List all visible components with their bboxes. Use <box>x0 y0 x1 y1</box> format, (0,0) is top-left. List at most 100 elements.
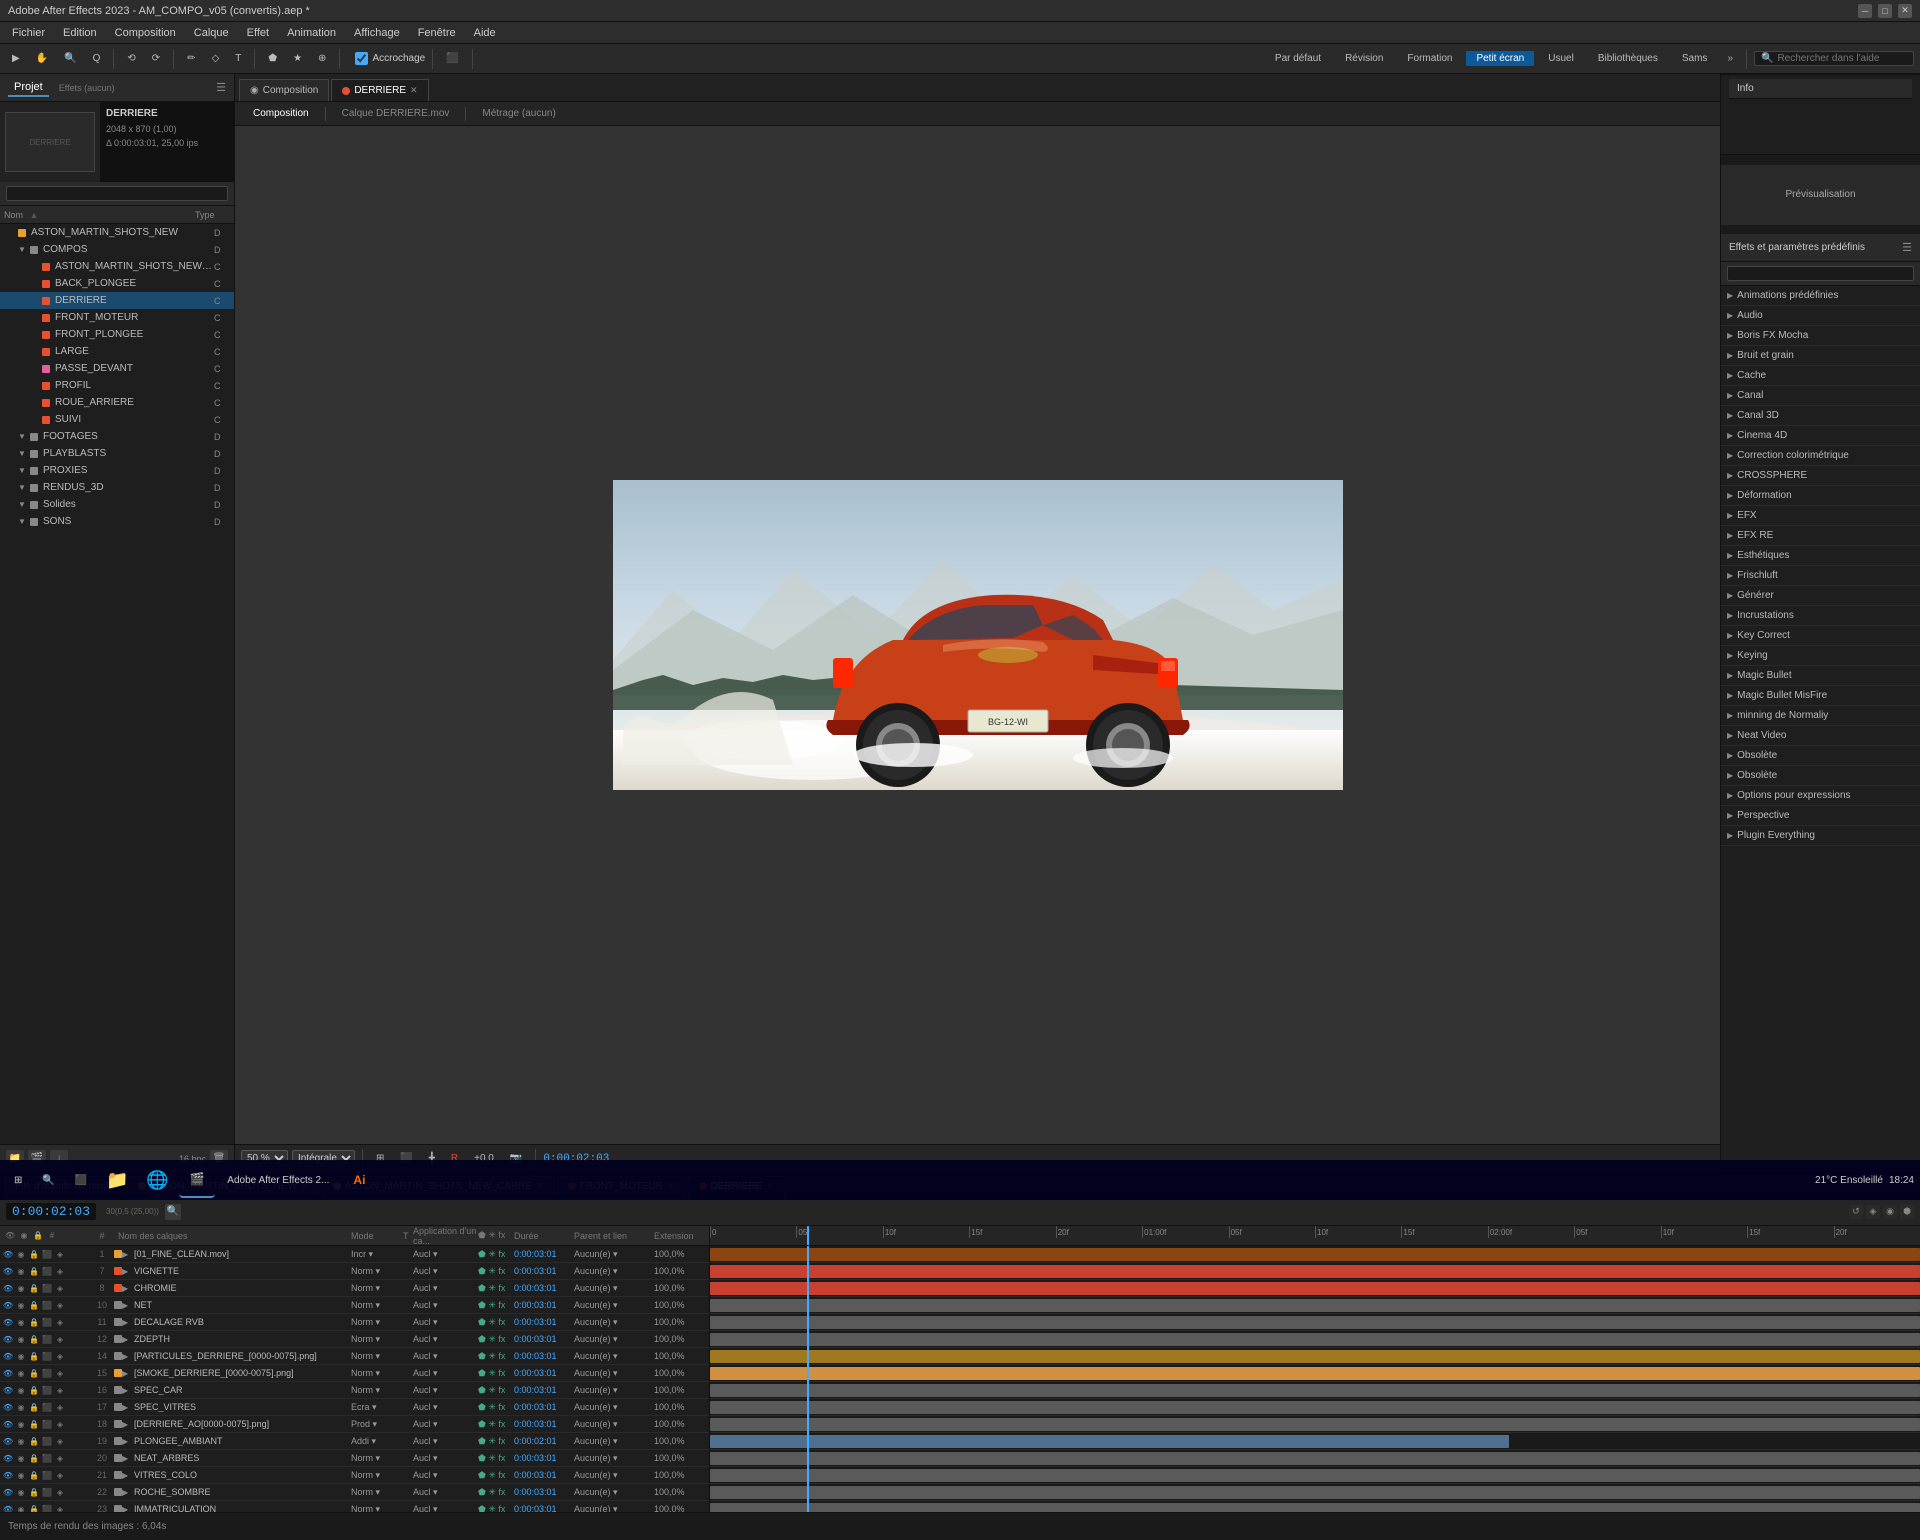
menu-effet[interactable]: Effet <box>239 25 277 41</box>
effect-cat-21[interactable]: ▶minning de Normaliy <box>1721 706 1920 726</box>
layer-appd-13[interactable]: Aucl ▾ <box>413 1470 478 1481</box>
layer-appd-5[interactable]: Aucl ▾ <box>413 1334 478 1345</box>
layer-row-14[interactable]: 👁 ◉ 🔒 ⬛ ◈ 22 ▶ ROCHE_SOMBRE Norm ▾ Aucl … <box>0 1484 709 1501</box>
layer-solo-3[interactable]: ◉ <box>15 1299 27 1311</box>
effect-cat-27[interactable]: ▶Plugin Everything <box>1721 826 1920 846</box>
layer-expand-4[interactable]: ▶ <box>122 1318 132 1327</box>
layer-row-6[interactable]: 👁 ◉ 🔒 ⬛ ◈ 14 ▶ [PARTICULES_DERRIERE_[000… <box>0 1348 709 1365</box>
layer-solo-13[interactable]: ◉ <box>15 1469 27 1481</box>
layer-collapse-14[interactable]: ⬛ <box>41 1486 53 1498</box>
track-segment-15[interactable] <box>710 1503 1920 1512</box>
layer-mode-8[interactable]: Norm ▾ <box>351 1385 403 1396</box>
layer-solo-1[interactable]: ◉ <box>15 1265 27 1277</box>
taskbar-search[interactable]: 🔍 <box>34 1164 62 1196</box>
layer-expand-3[interactable]: ▶ <box>122 1301 132 1310</box>
layer-mode-7[interactable]: Norm ▾ <box>351 1368 403 1379</box>
taskbar-chrome[interactable]: 🌐 <box>139 1162 175 1198</box>
layer-lock-2[interactable]: 🔒 <box>28 1282 40 1294</box>
layer-eye-7[interactable]: 👁 <box>2 1367 14 1379</box>
layer-collapse-3[interactable]: ⬛ <box>41 1299 53 1311</box>
track-segment-9[interactable] <box>710 1401 1920 1414</box>
layer-mode-2[interactable]: Norm ▾ <box>351 1283 403 1294</box>
layer-lock-9[interactable]: 🔒 <box>28 1401 40 1413</box>
layer-eye-15[interactable]: 👁 <box>2 1503 14 1512</box>
project-item-sons[interactable]: ▼SONSD <box>0 513 234 530</box>
layer-parent-13[interactable]: Aucun(e) ▾ <box>574 1470 654 1481</box>
tree-expand-arrow[interactable]: ▼ <box>18 517 28 526</box>
layer-expand-15[interactable]: ▶ <box>122 1505 132 1513</box>
layer-solo-9[interactable]: ◉ <box>15 1401 27 1413</box>
effect-cat-6[interactable]: ▶Canal 3D <box>1721 406 1920 426</box>
effect-cat-0[interactable]: ▶Animations prédéfinies <box>1721 286 1920 306</box>
accrochage-checkbox[interactable] <box>355 52 368 65</box>
tool-extra[interactable]: ⬛ <box>440 50 464 67</box>
project-item-aston_shots_new_carre[interactable]: ASTON_MARTIN_SHOTS_NEW_CARREC <box>0 258 234 275</box>
layer-eye-12[interactable]: 👁 <box>2 1452 14 1464</box>
track-segment-1[interactable] <box>710 1265 1920 1278</box>
tool-clone[interactable]: ★ <box>287 50 308 67</box>
project-item-footages[interactable]: ▼FOOTAGESD <box>0 428 234 445</box>
layer-motion-7[interactable]: ◈ <box>54 1367 66 1379</box>
tab-composition[interactable]: ◉ Composition <box>239 79 329 101</box>
layer-mode-9[interactable]: Ecra ▾ <box>351 1402 403 1413</box>
layer-mode-13[interactable]: Norm ▾ <box>351 1470 403 1481</box>
layer-motion-10[interactable]: ◈ <box>54 1418 66 1430</box>
layer-expand-12[interactable]: ▶ <box>122 1454 132 1463</box>
layer-appd-15[interactable]: Aucl ▾ <box>413 1504 478 1513</box>
viewer-comp-tab[interactable]: Composition <box>243 106 319 121</box>
timeline-timecode[interactable]: 0:00:02:03 <box>6 1203 96 1220</box>
project-item-large[interactable]: LARGEC <box>0 343 234 360</box>
layer-motion-4[interactable]: ◈ <box>54 1316 66 1328</box>
layer-expand-2[interactable]: ▶ <box>122 1284 132 1293</box>
minimize-button[interactable]: ─ <box>1858 4 1872 18</box>
taskbar-ae-app[interactable]: 🎬 <box>179 1162 215 1198</box>
project-item-playblasts[interactable]: ▼PLAYBLASTSD <box>0 445 234 462</box>
layer-mode-15[interactable]: Norm ▾ <box>351 1504 403 1513</box>
layer-eye-1[interactable]: 👁 <box>2 1265 14 1277</box>
effect-cat-24[interactable]: ▶Obsolète <box>1721 766 1920 786</box>
track-segment-8[interactable] <box>710 1384 1920 1397</box>
layer-eye-0[interactable]: 👁 <box>2 1248 14 1260</box>
layer-motion-11[interactable]: ◈ <box>54 1435 66 1447</box>
layer-expand-14[interactable]: ▶ <box>122 1488 132 1497</box>
project-item-compos[interactable]: ▼COMPOSD <box>0 241 234 258</box>
workspace-petit-ecran[interactable]: Petit écran <box>1466 51 1534 66</box>
effects-search-input[interactable] <box>1727 266 1914 281</box>
layer-mode-5[interactable]: Norm ▾ <box>351 1334 403 1345</box>
layer-collapse-10[interactable]: ⬛ <box>41 1418 53 1430</box>
layer-parent-14[interactable]: Aucun(e) ▾ <box>574 1487 654 1498</box>
layer-eye-9[interactable]: 👁 <box>2 1401 14 1413</box>
layer-collapse-8[interactable]: ⬛ <box>41 1384 53 1396</box>
effect-cat-2[interactable]: ▶Boris FX Mocha <box>1721 326 1920 346</box>
layer-lock-1[interactable]: 🔒 <box>28 1265 40 1277</box>
layer-appd-3[interactable]: Aucl ▾ <box>413 1300 478 1311</box>
effect-cat-13[interactable]: ▶Esthétiques <box>1721 546 1920 566</box>
search-layer-btn[interactable]: 🔍 <box>165 1204 181 1220</box>
layer-solo-8[interactable]: ◉ <box>15 1384 27 1396</box>
layer-expand-5[interactable]: ▶ <box>122 1335 132 1344</box>
layer-expand-10[interactable]: ▶ <box>122 1420 132 1429</box>
project-item-solides[interactable]: ▼SolidesD <box>0 496 234 513</box>
layer-lock-15[interactable]: 🔒 <box>28 1503 40 1512</box>
effect-cat-16[interactable]: ▶Incrustations <box>1721 606 1920 626</box>
effect-cat-18[interactable]: ▶Keying <box>1721 646 1920 666</box>
project-item-front_plongee[interactable]: FRONT_PLONGEEC <box>0 326 234 343</box>
layer-eye-10[interactable]: 👁 <box>2 1418 14 1430</box>
tl-motion-btn[interactable]: ◉ <box>1883 1205 1897 1219</box>
project-item-rendus_3d[interactable]: ▼RENDUS_3DD <box>0 479 234 496</box>
layer-appd-7[interactable]: Aucl ▾ <box>413 1368 478 1379</box>
layer-collapse-13[interactable]: ⬛ <box>41 1469 53 1481</box>
effect-cat-22[interactable]: ▶Neat Video <box>1721 726 1920 746</box>
layer-row-5[interactable]: 👁 ◉ 🔒 ⬛ ◈ 12 ▶ ZDEPTH Norm ▾ Aucl ▾ ⬟ ✳ … <box>0 1331 709 1348</box>
layer-expand-8[interactable]: ▶ <box>122 1386 132 1395</box>
layer-solo-5[interactable]: ◉ <box>15 1333 27 1345</box>
project-item-aston_shots_new[interactable]: ASTON_MARTIN_SHOTS_NEWD <box>0 224 234 241</box>
layer-eye-2[interactable]: 👁 <box>2 1282 14 1294</box>
layer-motion-8[interactable]: ◈ <box>54 1384 66 1396</box>
layer-lock-8[interactable]: 🔒 <box>28 1384 40 1396</box>
layer-mode-14[interactable]: Norm ▾ <box>351 1487 403 1498</box>
layer-collapse-9[interactable]: ⬛ <box>41 1401 53 1413</box>
layer-mode-4[interactable]: Norm ▾ <box>351 1317 403 1328</box>
effect-cat-10[interactable]: ▶Déformation <box>1721 486 1920 506</box>
layer-collapse-0[interactable]: ⬛ <box>41 1248 53 1260</box>
